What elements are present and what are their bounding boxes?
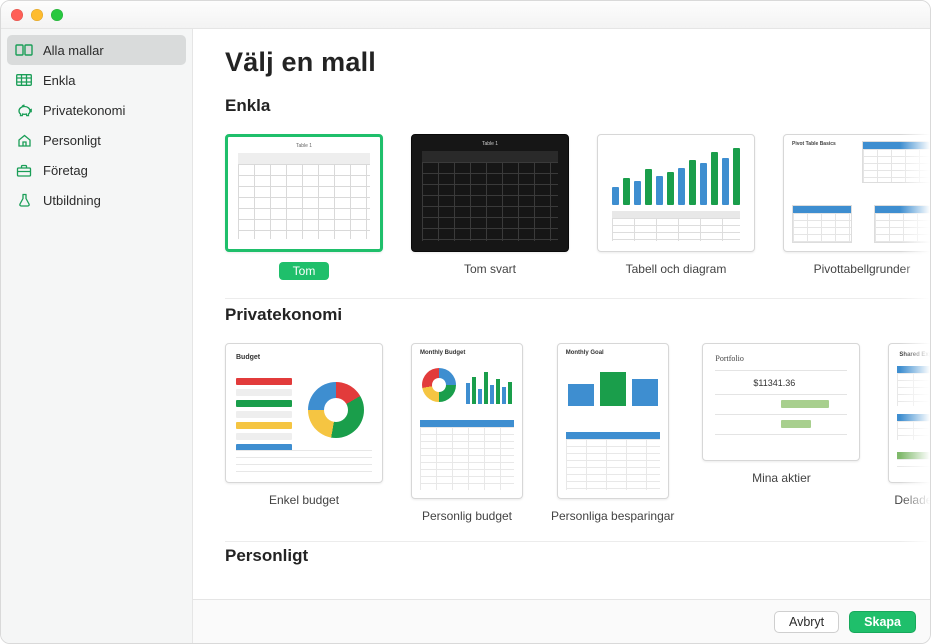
template-chooser-window: Alla mallar Enkla Privatekonomi Personli… (0, 0, 931, 644)
sidebar-item-label: Utbildning (43, 193, 101, 208)
template-label: Personliga besparingar (551, 509, 674, 523)
template-card-pivot-basics[interactable]: Pivot Table Basics Pivottabellgrunder (783, 134, 930, 280)
sidebar-item-label: Företag (43, 163, 88, 178)
template-thumb: Portfolio $11341.36 (702, 343, 860, 461)
create-button[interactable]: Skapa (849, 611, 916, 633)
template-label: Tom (279, 262, 330, 280)
sidebar-item-personal[interactable]: Personligt (1, 125, 192, 155)
grid-icon (15, 73, 33, 87)
sidebar-item-business[interactable]: Företag (1, 155, 192, 185)
template-label: Personlig budget (422, 509, 512, 523)
window-body: Alla mallar Enkla Privatekonomi Personli… (1, 29, 930, 643)
template-card-table-and-chart[interactable]: Tabell och diagram (597, 134, 755, 280)
template-gallery[interactable]: Välj en mall Enkla Table 1 Tom Table 1 (193, 29, 930, 599)
flask-icon (15, 193, 33, 207)
sidebar-item-label: Personligt (43, 133, 101, 148)
sidebar-item-basic[interactable]: Enkla (1, 65, 192, 95)
template-thumb (597, 134, 755, 252)
main-area: Välj en mall Enkla Table 1 Tom Table 1 (193, 29, 930, 643)
template-label: Tom svart (464, 262, 516, 276)
briefcase-icon (15, 163, 33, 177)
section-row-personal-finance: Budget Enkel budget (225, 333, 930, 542)
template-label: Tabell och diagram (626, 262, 727, 276)
template-card-blank-black[interactable]: Table 1 Tom svart (411, 134, 569, 280)
template-thumb: Pivot Table Basics (783, 134, 930, 252)
template-label: Mina aktier (752, 471, 811, 485)
section-title-personal: Personligt (225, 546, 930, 566)
template-thumb: Table 1 (225, 134, 383, 252)
sidebar-item-all-templates[interactable]: Alla mallar (7, 35, 186, 65)
window-minimize-button[interactable] (31, 9, 43, 21)
template-card-blank[interactable]: Table 1 Tom (225, 134, 383, 280)
section-title-basic: Enkla (225, 96, 930, 116)
sidebar-item-personal-finance[interactable]: Privatekonomi (1, 95, 192, 125)
all-templates-icon (15, 43, 33, 57)
template-thumb: Monthly Budget (411, 343, 523, 499)
sidebar-item-label: Alla mallar (43, 43, 104, 58)
sidebar-item-education[interactable]: Utbildning (1, 185, 192, 215)
template-label: Enkel budget (269, 493, 339, 507)
template-card-shared-expenses[interactable]: Shared Expenses Delade utgifter (888, 343, 930, 523)
titlebar (1, 1, 930, 29)
template-label: Delade utgifter (894, 493, 930, 507)
template-card-personal-budget[interactable]: Monthly Budget Personlig budget (411, 343, 523, 523)
template-label: Pivottabellgrunder (814, 262, 911, 276)
sidebar-item-label: Privatekonomi (43, 103, 125, 118)
template-card-personal-savings[interactable]: Monthly Goal Personliga besparingar (551, 343, 674, 523)
template-thumb: Budget (225, 343, 383, 483)
template-card-portfolio[interactable]: Portfolio $11341.36 Mina aktier (702, 343, 860, 523)
window-close-button[interactable] (11, 9, 23, 21)
home-icon (15, 133, 33, 147)
template-card-simple-budget[interactable]: Budget Enkel budget (225, 343, 383, 523)
window-zoom-button[interactable] (51, 9, 63, 21)
template-thumb: Table 1 (411, 134, 569, 252)
sidebar: Alla mallar Enkla Privatekonomi Personli… (1, 29, 193, 643)
template-thumb: Shared Expenses (888, 343, 930, 483)
cancel-button[interactable]: Avbryt (774, 611, 839, 633)
sidebar-item-label: Enkla (43, 73, 76, 88)
page-title: Välj en mall (225, 47, 930, 78)
piggy-bank-icon (15, 103, 33, 117)
section-title-personal-finance: Privatekonomi (225, 305, 930, 325)
footer: Avbryt Skapa (193, 599, 930, 643)
template-thumb: Monthly Goal (557, 343, 669, 499)
section-row-basic: Table 1 Tom Table 1 Tom svart (225, 124, 930, 299)
